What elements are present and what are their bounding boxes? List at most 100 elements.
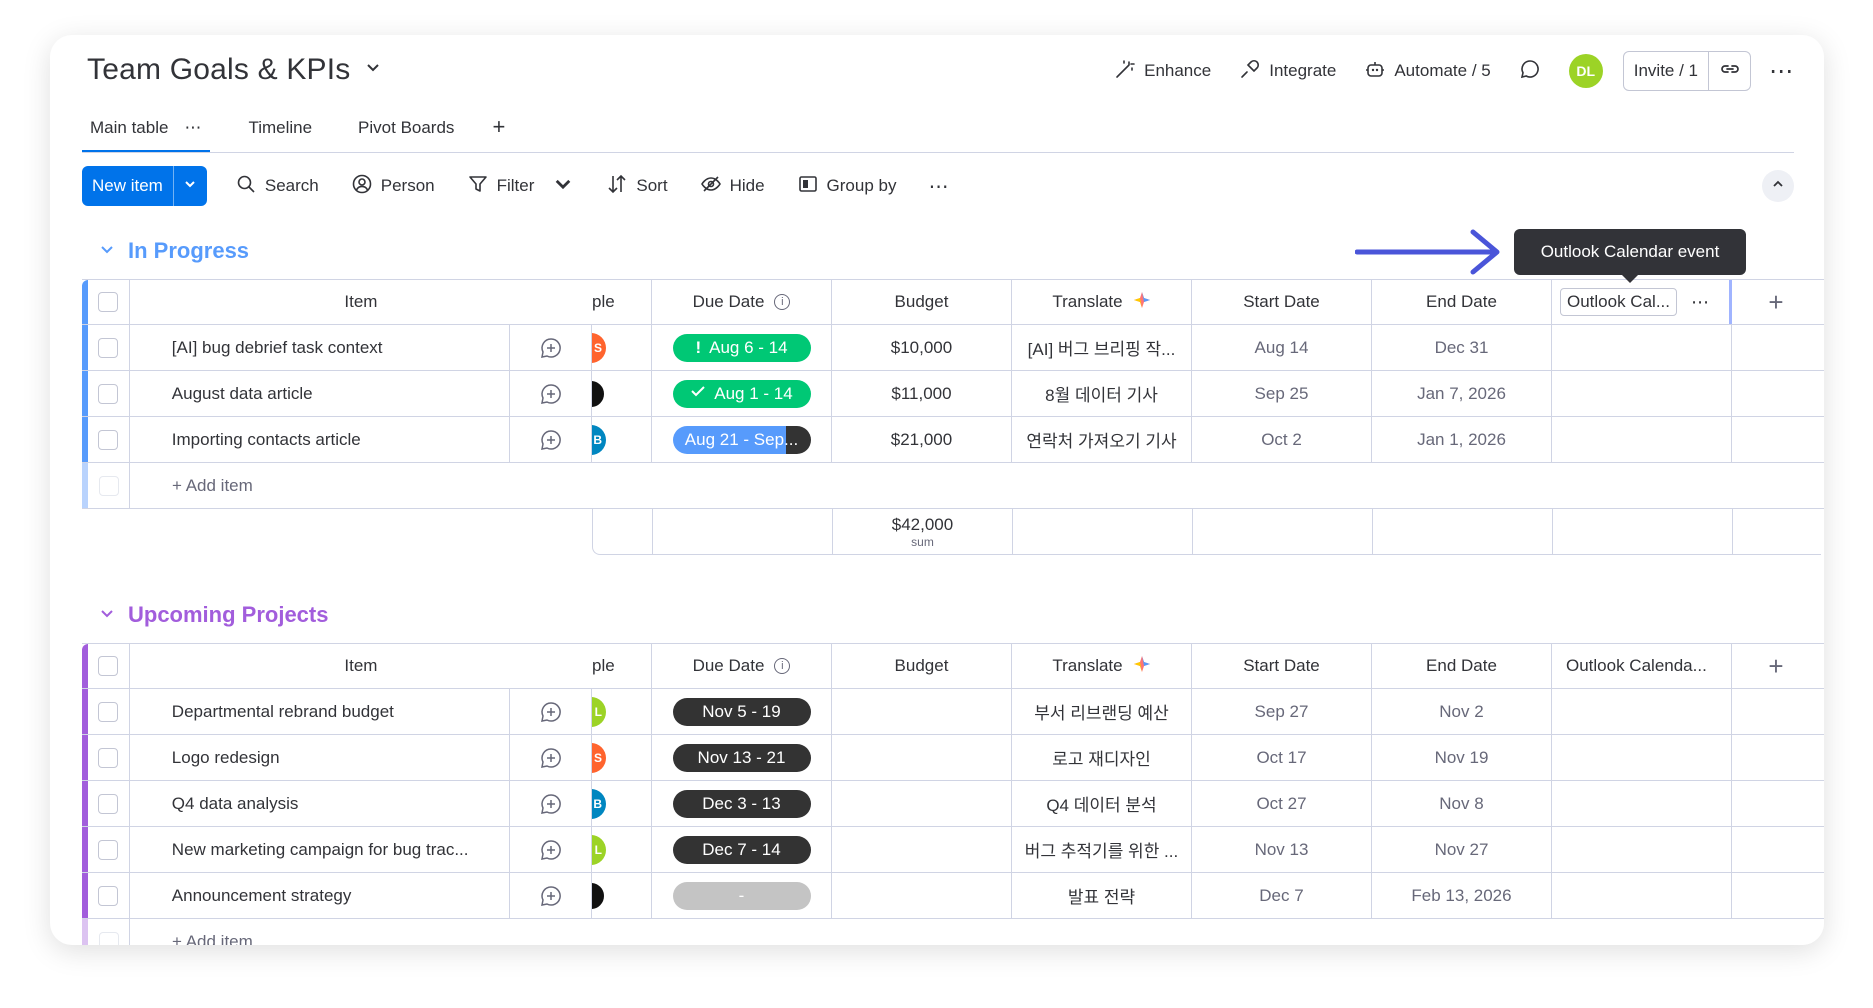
- info-icon[interactable]: i: [774, 294, 791, 310]
- column-header-translate[interactable]: Translate: [1012, 280, 1192, 324]
- add-item-input[interactable]: + Add item: [130, 919, 253, 945]
- person-filter-button[interactable]: Person: [351, 173, 435, 200]
- people-cell[interactable]: B: [592, 417, 652, 462]
- budget-cell[interactable]: [832, 781, 1012, 826]
- info-icon[interactable]: i: [774, 658, 791, 674]
- add-update-icon[interactable]: [510, 873, 592, 918]
- people-cell[interactable]: [592, 873, 652, 918]
- integrate-button[interactable]: Integrate: [1225, 52, 1350, 91]
- add-update-icon[interactable]: [510, 371, 592, 416]
- invite-button[interactable]: Invite / 1: [1624, 52, 1708, 90]
- start-date-cell[interactable]: Sep 27: [1192, 689, 1372, 734]
- end-date-cell[interactable]: Jan 7, 2026: [1372, 371, 1552, 416]
- start-date-cell[interactable]: Oct 17: [1192, 735, 1372, 780]
- more-icon[interactable]: ⋯: [1769, 57, 1794, 86]
- group-title[interactable]: Upcoming Projects: [128, 602, 328, 628]
- people-cell[interactable]: [592, 371, 652, 416]
- budget-cell[interactable]: $10,000: [832, 325, 1012, 370]
- start-date-cell[interactable]: Oct 2: [1192, 417, 1372, 462]
- sort-button[interactable]: Sort: [606, 173, 668, 200]
- row-checkbox[interactable]: [98, 747, 119, 768]
- end-date-cell[interactable]: Nov 8: [1372, 781, 1552, 826]
- row-checkbox[interactable]: [98, 429, 119, 450]
- end-date-cell[interactable]: Nov 19: [1372, 735, 1552, 780]
- tab-options-icon[interactable]: ⋯: [184, 118, 202, 138]
- column-header-translate[interactable]: Translate: [1012, 644, 1192, 688]
- add-update-icon[interactable]: [510, 735, 592, 780]
- row-checkbox[interactable]: [98, 839, 119, 860]
- item-name[interactable]: Logo redesign: [130, 735, 511, 780]
- start-date-cell[interactable]: Aug 14: [1192, 325, 1372, 370]
- add-update-icon[interactable]: [510, 827, 592, 872]
- row-checkbox[interactable]: [98, 383, 119, 404]
- chevron-down-icon[interactable]: [363, 58, 383, 83]
- updates-button[interactable]: [1505, 52, 1555, 91]
- start-date-cell[interactable]: Nov 13: [1192, 827, 1372, 872]
- add-item-input[interactable]: + Add item: [130, 463, 253, 508]
- end-date-cell[interactable]: Nov 27: [1372, 827, 1552, 872]
- group-by-button[interactable]: Group by: [797, 173, 896, 200]
- budget-cell[interactable]: [832, 689, 1012, 734]
- start-date-cell[interactable]: Sep 25: [1192, 371, 1372, 416]
- add-update-icon[interactable]: [510, 689, 592, 734]
- table-row[interactable]: New marketing campaign for bug trac... L…: [82, 827, 1824, 873]
- toolbar-more-icon[interactable]: ⋯: [928, 174, 949, 199]
- people-cell[interactable]: S: [592, 325, 652, 370]
- budget-sum-cell[interactable]: $42,000 sum: [833, 509, 1013, 554]
- translate-cell[interactable]: 8월 데이터 기사: [1012, 371, 1192, 416]
- column-header-people[interactable]: ple: [592, 280, 652, 324]
- column-header-due-date[interactable]: Due Date i: [652, 644, 832, 688]
- add-item-row[interactable]: + Add item: [82, 463, 1824, 509]
- board-title[interactable]: Team Goals & KPIs: [87, 53, 351, 87]
- due-date-cell[interactable]: Dec 7 - 14: [652, 827, 832, 872]
- outlook-cell[interactable]: [1552, 689, 1732, 734]
- item-name[interactable]: Q4 data analysis: [130, 781, 511, 826]
- column-header-people[interactable]: ple: [592, 644, 652, 688]
- column-header-outlook-calendar[interactable]: Outlook Cal... ⋯: [1552, 280, 1732, 324]
- outlook-cell[interactable]: [1552, 325, 1732, 370]
- tab-pivot-boards[interactable]: Pivot Boards: [350, 118, 462, 152]
- add-update-icon[interactable]: [510, 781, 592, 826]
- budget-cell[interactable]: $21,000: [832, 417, 1012, 462]
- translate-cell[interactable]: 연락처 가져오기 기사: [1012, 417, 1192, 462]
- item-name[interactable]: Importing contacts article: [130, 417, 511, 462]
- column-header-outlook-calendar[interactable]: Outlook Calenda...: [1552, 644, 1732, 688]
- row-checkbox[interactable]: [98, 701, 119, 722]
- new-item-dropdown[interactable]: [172, 166, 207, 206]
- people-cell[interactable]: B: [592, 781, 652, 826]
- add-update-icon[interactable]: [510, 417, 592, 462]
- column-header-start-date[interactable]: Start Date: [1192, 644, 1372, 688]
- due-date-cell[interactable]: -: [652, 873, 832, 918]
- filter-button[interactable]: Filter: [467, 173, 575, 200]
- people-cell[interactable]: L: [592, 689, 652, 734]
- table-row[interactable]: Importing contacts article B Aug 21 - Se…: [82, 417, 1824, 463]
- row-checkbox[interactable]: [98, 793, 119, 814]
- people-cell[interactable]: L: [592, 827, 652, 872]
- column-header-budget[interactable]: Budget: [832, 280, 1012, 324]
- translate-cell[interactable]: 발표 전략: [1012, 873, 1192, 918]
- item-name[interactable]: Announcement strategy: [130, 873, 511, 918]
- outlook-cell[interactable]: [1552, 827, 1732, 872]
- translate-cell[interactable]: [AI] 버그 브리핑 작...: [1012, 325, 1192, 370]
- item-name[interactable]: New marketing campaign for bug trac...: [130, 827, 511, 872]
- start-date-cell[interactable]: Dec 7: [1192, 873, 1372, 918]
- due-date-cell[interactable]: Aug 21 - Sep...: [652, 417, 832, 462]
- end-date-cell[interactable]: Nov 2: [1372, 689, 1552, 734]
- translate-cell[interactable]: 버그 추적기를 위한 ...: [1012, 827, 1192, 872]
- translate-cell[interactable]: Q4 데이터 분석: [1012, 781, 1192, 826]
- hide-button[interactable]: Hide: [700, 173, 765, 200]
- automate-button[interactable]: Automate / 5: [1350, 52, 1504, 91]
- start-date-cell[interactable]: Oct 27: [1192, 781, 1372, 826]
- budget-cell[interactable]: [832, 735, 1012, 780]
- table-row[interactable]: Logo redesign S Nov 13 - 21 로고 재디자인 Oct …: [82, 735, 1824, 781]
- add-column-plus-icon[interactable]: +: [1732, 280, 1820, 324]
- chevron-down-icon[interactable]: [98, 602, 116, 628]
- group-title[interactable]: In Progress: [128, 238, 249, 264]
- due-date-cell[interactable]: ! Aug 6 - 14: [652, 325, 832, 370]
- column-header-end-date[interactable]: End Date: [1372, 644, 1552, 688]
- add-update-icon[interactable]: [510, 325, 592, 370]
- add-item-row[interactable]: + Add item: [82, 919, 1824, 945]
- end-date-cell[interactable]: Dec 31: [1372, 325, 1552, 370]
- due-date-cell[interactable]: Dec 3 - 13: [652, 781, 832, 826]
- table-row[interactable]: August data article Aug 1 - 14 $11,000 8…: [82, 371, 1824, 417]
